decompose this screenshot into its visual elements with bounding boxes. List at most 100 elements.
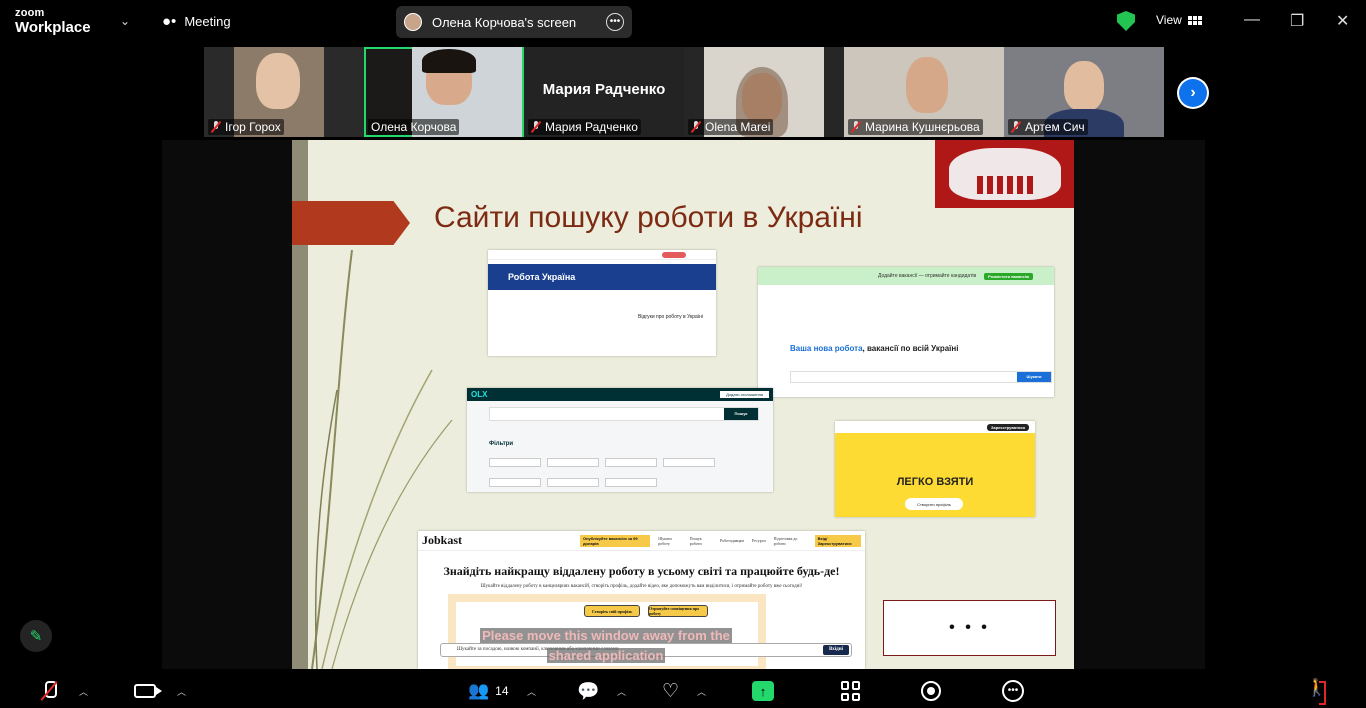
- chat-button[interactable]: 💬: [577, 680, 599, 702]
- logo-line1: zoom: [15, 7, 45, 19]
- participant-tile[interactable]: Olena Marei: [684, 47, 844, 137]
- more-button[interactable]: •••: [1002, 680, 1024, 702]
- jobkast-button2: Отримуйте сповіщення про роботу: [648, 605, 708, 617]
- site-screenshot-jooble: Додайте вакансії — отримайте кандидатів …: [758, 267, 1054, 397]
- screen-pill-label: Олена Корчова's screen: [432, 14, 577, 30]
- chevron-up-icon: ︿: [527, 686, 537, 697]
- chevron-up-icon: ︿: [79, 686, 89, 697]
- meeting-people-icon: ●•: [162, 13, 177, 30]
- participant-tile[interactable]: Олена Корчова: [364, 47, 524, 137]
- site2-top-banner: Додайте вакансії — отримайте кандидатів …: [758, 267, 1054, 285]
- presentation-slide: Сайти пошуку роботи в Україні Робота Укр…: [292, 140, 1074, 669]
- site-screenshot-olx: OLX Додати оголошення Пошук Фільтри: [467, 388, 773, 492]
- minimize-button[interactable]: —: [1244, 11, 1260, 29]
- camera-icon: [134, 684, 162, 698]
- record-button[interactable]: [921, 680, 941, 702]
- mute-button[interactable]: [42, 680, 57, 702]
- participant-strip: Ігор Горох Олена Корчова Мария Радченко …: [204, 47, 1164, 137]
- chevron-down-icon[interactable]: ⌄: [120, 14, 130, 28]
- leave-icon: 🚶: [1306, 678, 1328, 705]
- olx-post-button: Додати оголошення: [720, 391, 769, 398]
- face: [1064, 61, 1104, 111]
- chevron-right-icon: ›: [1179, 79, 1207, 107]
- heart-icon: ♡: [662, 680, 680, 702]
- chevron-up-icon: ︿: [697, 686, 707, 697]
- next-page-button[interactable]: ›: [1177, 77, 1209, 109]
- participant-label: Ігор Горох: [208, 119, 284, 135]
- share-arrow-icon: ↑: [752, 681, 774, 701]
- close-button[interactable]: ✕: [1336, 11, 1349, 31]
- jobkast-subtext: Шукайте віддалену роботу в канцеляриях в…: [480, 584, 803, 589]
- mic-muted-icon: [1011, 121, 1021, 133]
- site4-headline: ЛЕГКО ВЗЯТИ: [896, 476, 974, 488]
- face: [256, 53, 300, 109]
- meeting-info-button[interactable]: ●• Meeting: [162, 13, 231, 30]
- chevron-up-icon: ︿: [617, 686, 627, 697]
- screen-share-pill[interactable]: Олена Корчова's screen •••: [396, 6, 632, 38]
- site-screenshot-yellow: Зареєструватися ЛЕГКО ВЗЯТИ Створити про…: [835, 421, 1035, 517]
- video-options-caret[interactable]: ︿: [177, 680, 186, 702]
- participants-button[interactable]: 👥 14: [468, 680, 509, 702]
- hair: [422, 49, 476, 73]
- move-window-warning: Please move this window away from the sh…: [480, 628, 732, 663]
- participants-options-caret[interactable]: ︿: [527, 680, 536, 702]
- jobkast-logo: Jobkast: [422, 533, 463, 547]
- site-screenshot-jobkast: Jobkast Опублікуйте вакансію за 99 долар…: [418, 531, 865, 669]
- participants-count: 14: [495, 684, 509, 698]
- chat-options-caret[interactable]: ︿: [617, 680, 626, 702]
- participants-icon: 👥: [468, 681, 490, 700]
- olx-logo: OLX: [471, 390, 488, 399]
- participant-tile[interactable]: Артем Сич: [1004, 47, 1164, 137]
- ellipsis-box: • • •: [883, 600, 1056, 656]
- more-icon: •••: [1002, 680, 1024, 702]
- reactions-options-caret[interactable]: ︿: [697, 680, 706, 702]
- participant-label: Артем Сич: [1008, 119, 1088, 135]
- university-logo: [935, 140, 1074, 208]
- site2-search: Шукати: [790, 371, 1052, 383]
- leave-button[interactable]: 🚶: [1306, 678, 1328, 705]
- participant-tile[interactable]: Мария Радченко Мария Радченко: [524, 47, 684, 137]
- mic-muted-icon: [42, 681, 57, 701]
- top-bar: zoom Workplace ⌄ ●• Meeting Олена Корчов…: [0, 0, 1366, 44]
- olx-filters-label: Фільтри: [489, 441, 514, 447]
- jobkast-button1: Створіть свій профіль: [584, 605, 640, 617]
- bottom-toolbar: ︿ ︿ 👥 14 ︿ 💬 ︿ ♡ ︿ ↑ ••• 🚶: [0, 672, 1366, 708]
- video-button[interactable]: [134, 680, 162, 702]
- participant-name: Olena Marei: [705, 120, 771, 134]
- annotate-pencil-icon[interactable]: ✎: [20, 620, 52, 652]
- participant-tile[interactable]: Ігор Горох: [204, 47, 364, 137]
- mic-muted-icon: [531, 121, 541, 133]
- chat-icon: 💬: [577, 680, 600, 701]
- record-icon: [921, 681, 941, 701]
- participant-name: Ігор Горох: [225, 120, 281, 134]
- apps-icon: [841, 681, 861, 701]
- share-screen-button[interactable]: ↑: [752, 680, 774, 702]
- participant-name: Марина Кушнєрьова: [865, 120, 980, 134]
- participant-label: Мария Радченко: [528, 119, 641, 135]
- participant-tile[interactable]: Марина Кушнєрьова: [844, 47, 1004, 137]
- view-button[interactable]: View: [1156, 13, 1202, 27]
- participant-name: Олена Корчова: [371, 120, 457, 134]
- site1-text: Відгуки про роботу в Україні: [638, 314, 704, 320]
- olx-search: Пошук: [489, 407, 759, 421]
- restore-button[interactable]: ❐: [1290, 11, 1304, 31]
- zoom-workplace-logo[interactable]: zoom Workplace: [15, 7, 91, 36]
- mic-muted-icon: [691, 121, 701, 133]
- participant-name: Мария Радченко: [545, 120, 638, 134]
- participant-label: Марина Кушнєрьова: [848, 119, 983, 135]
- jobkast-headline: Знайдіть найкращу віддалену роботу в усь…: [443, 564, 840, 578]
- audio-options-caret[interactable]: ︿: [79, 680, 88, 702]
- reactions-button[interactable]: ♡: [662, 680, 679, 702]
- mic-muted-icon: [211, 121, 221, 133]
- site-screenshot-rabota: Робота Україна Відгуки про роботу в Укра…: [488, 250, 716, 356]
- meeting-label: Meeting: [184, 14, 231, 29]
- more-options-icon[interactable]: •••: [606, 13, 624, 31]
- participant-label: Olena Marei: [688, 119, 774, 135]
- participant-display-name: Мария Радченко: [542, 81, 666, 98]
- apps-button[interactable]: [841, 680, 861, 702]
- security-shield-icon[interactable]: [1117, 11, 1135, 31]
- mic-muted-icon: [851, 121, 861, 133]
- site2-headline: Ваша нова робота, вакансії по всій Украї…: [790, 344, 959, 353]
- presenter-avatar: [404, 13, 422, 31]
- site1-banner: Робота Україна: [488, 264, 716, 290]
